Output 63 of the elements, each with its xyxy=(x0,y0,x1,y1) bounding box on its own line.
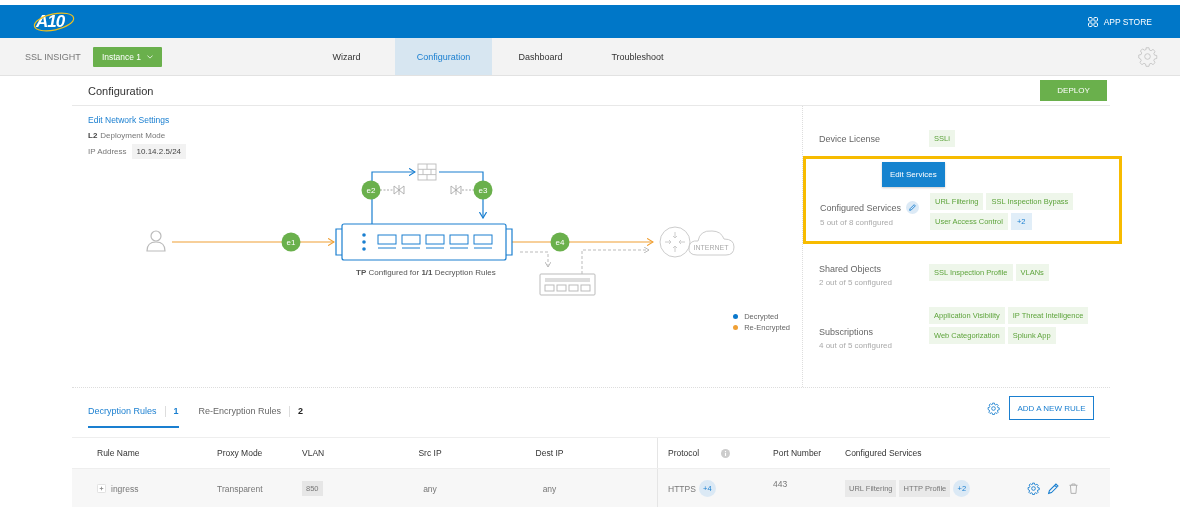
router-icon xyxy=(659,226,691,258)
section-title: Device License xyxy=(819,133,881,144)
page-title: Configuration xyxy=(88,84,154,97)
nav-tab[interactable]: Dashboard xyxy=(492,38,589,75)
add-rule-button[interactable]: ADD A NEW RULE xyxy=(1009,396,1094,420)
column-header: Protocol xyxy=(668,448,700,458)
traffic-line xyxy=(438,171,488,219)
mode-value: L2 xyxy=(88,131,98,140)
settings-icon[interactable] xyxy=(987,401,1000,415)
section-title: Shared Objects xyxy=(819,264,882,274)
column-header: Src IP xyxy=(418,448,442,458)
product-name: SSL INSIGHT xyxy=(25,51,82,62)
section-subtitle: 5 out of 8 configured xyxy=(820,218,894,227)
chevron-down-icon xyxy=(147,54,154,59)
server-icon xyxy=(539,273,596,296)
nav-tab[interactable]: Troubleshoot xyxy=(589,38,686,75)
user-icon xyxy=(146,230,166,252)
section-subtitle: 4 out of 5 configured xyxy=(819,341,893,350)
expand-icon[interactable] xyxy=(97,484,106,493)
port-badge: e3 xyxy=(473,180,493,200)
delete-icon[interactable] xyxy=(1067,482,1080,495)
section-title: Configured Services xyxy=(820,202,902,213)
settings-icon[interactable] xyxy=(1027,482,1040,495)
ip-label: IP Address xyxy=(88,147,127,156)
app-store-link[interactable]: APP STORE xyxy=(1103,16,1152,27)
firewall-icon xyxy=(417,163,437,181)
rules-tab[interactable]: Decryption Rules 1 xyxy=(88,388,179,428)
ip-value: 10.14.2.5/24 xyxy=(131,144,187,159)
column-header: VLAN xyxy=(302,448,325,458)
port-badge: e4 xyxy=(550,232,570,252)
table-cell: HTTPS xyxy=(668,483,696,494)
column-header: Dest IP xyxy=(535,448,564,458)
deploy-button[interactable]: DEPLOY xyxy=(1040,80,1107,101)
app-grid-icon[interactable] xyxy=(1087,16,1098,27)
diagram-caption: TP Configured for 1/1 Decryption Rules xyxy=(356,268,496,277)
table-cell: any xyxy=(542,483,557,494)
column-header: Configured Services xyxy=(845,448,922,458)
table-cell: Transparent xyxy=(217,483,263,494)
table-cell: any xyxy=(423,483,437,494)
rules-tab[interactable]: Re-Encryption Rules 2 xyxy=(198,388,304,428)
tooltip: Edit Services xyxy=(882,162,945,187)
table-cell: 443 xyxy=(773,479,788,489)
table-cell: ingress xyxy=(111,483,139,494)
edit-icon[interactable] xyxy=(906,201,920,214)
edit-network-link[interactable]: Edit Network Settings xyxy=(88,115,802,126)
settings-icon[interactable] xyxy=(1137,46,1158,67)
nav-tab[interactable]: Wizard xyxy=(298,38,395,75)
traffic-line xyxy=(519,251,552,268)
nav-tab[interactable]: Configuration xyxy=(395,38,492,75)
section-subtitle: 2 out of 5 configured xyxy=(819,278,893,287)
port-badge: e2 xyxy=(361,180,381,200)
info-icon[interactable] xyxy=(721,448,731,458)
valve-icon xyxy=(379,184,405,196)
column-header: Rule Name xyxy=(97,448,140,458)
column-header: Proxy Mode xyxy=(217,448,263,458)
edit-icon[interactable] xyxy=(1047,482,1060,495)
instance-dropdown[interactable]: Instance 1 xyxy=(93,46,162,67)
cloud-icon xyxy=(688,230,735,256)
mode-label: Deployment Mode xyxy=(100,131,166,140)
section-title: Subscriptions xyxy=(819,327,874,337)
valve-icon xyxy=(450,184,476,196)
port-badge: e1 xyxy=(281,232,301,252)
column-header: Port Number xyxy=(773,448,822,458)
